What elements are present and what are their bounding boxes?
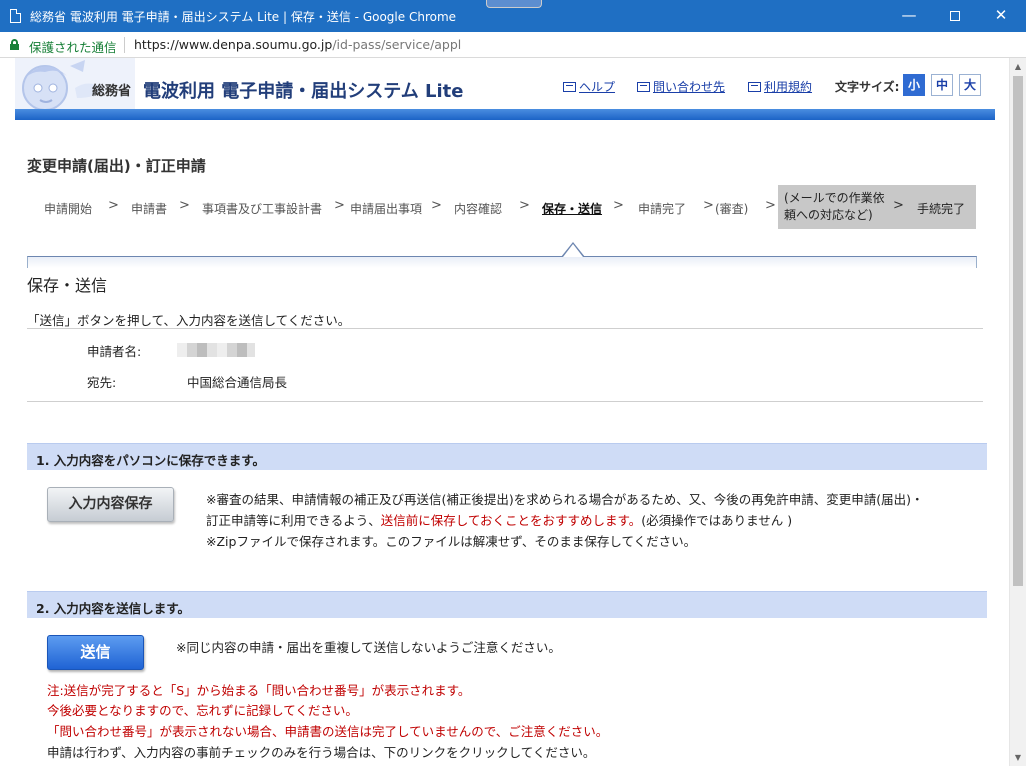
header-band (15, 109, 995, 120)
system-title[interactable]: 電波利用 電子申請・届出システム Lite (143, 77, 463, 103)
step-indicator-bar (27, 256, 977, 268)
destination-label: 宛先: (87, 375, 117, 390)
maximize-button[interactable] (932, 0, 978, 32)
chevron-right-icon: > (765, 198, 776, 213)
url-path: /id-pass/service/appl (332, 37, 462, 52)
save-note-line1: ※審査の結果、申請情報の補正及び再送信(補正後提出)を求められる場合があるため、… (206, 492, 924, 507)
scroll-down-icon[interactable]: ▼ (1010, 749, 1026, 766)
secure-label[interactable]: 保護された通信 (29, 37, 117, 56)
window-icon (637, 82, 650, 92)
lock-icon (10, 39, 19, 50)
send-note: ※同じ内容の申請・届出を重複して送信しないようご注意ください。 (176, 640, 561, 655)
precheck-note: 申請は行わず、入力内容の事前チェックのみを行う場合は、下のリンクをクリックしてく… (47, 745, 596, 760)
window-icon (748, 82, 761, 92)
chevron-right-icon: > (179, 198, 190, 213)
send-warning-line3: 「問い合わせ番号」が表示されない場合、申請書の送信は完了していませんので、ご注意… (47, 724, 609, 739)
send-warning-line1: 注:送信が完了すると「S」から始まる「問い合わせ番号」が表示されます。 (47, 683, 471, 698)
url-text[interactable]: https://www.denpa.soumu.go.jp/id-pass/se… (134, 37, 461, 52)
chevron-right-icon: > (334, 198, 345, 213)
window-titlebar: 総務省 電波利用 電子申請・届出システム Lite | 保存・送信 - Goog… (0, 0, 1026, 32)
divider (27, 328, 983, 329)
step-item-current: 保存・送信 (542, 202, 603, 216)
step-item: 申請開始 (44, 202, 93, 216)
chevron-right-icon: > (893, 198, 904, 213)
step-item-pending: (メールでの作業依頼への対応など) > 手続完了 (778, 185, 976, 229)
site-header: 総務省 電波利用 電子申請・届出システム Lite ヘルプ 問い合わせ先 利用規… (15, 58, 995, 110)
window-title: 総務省 電波利用 電子申請・届出システム Lite | 保存・送信 - Goog… (30, 10, 457, 24)
page-title: 変更申請(届出)・訂正申請 (27, 157, 206, 175)
font-size-small-button[interactable]: 小 (903, 74, 925, 96)
step-item: 申請書 (131, 202, 168, 216)
step-item: (審査) (715, 202, 749, 216)
step-progress: 申請開始 > 申請書 > 事項書及び工事設計書 > 申請届出事項 > 内容確認 … (27, 185, 977, 229)
help-link[interactable]: ヘルプ (563, 78, 615, 95)
chevron-right-icon: > (613, 198, 624, 213)
maximize-icon (950, 10, 960, 21)
font-size-medium-button[interactable]: 中 (931, 74, 953, 96)
destination-value: 中国総合通信局長 (187, 375, 288, 390)
address-bar[interactable]: 保護された通信 https://www.denpa.soumu.go.jp/id… (0, 32, 1026, 58)
step-item: 事項書及び工事設計書 (202, 202, 323, 216)
font-size-large-button[interactable]: 大 (959, 74, 981, 96)
step-item-label: 手続完了 (917, 202, 966, 216)
instruction-text: 「送信」ボタンを押して、入力内容を送信してください。 (27, 313, 351, 328)
section-title: 保存・送信 (27, 276, 108, 295)
window-drag-handle[interactable] (486, 0, 542, 8)
chevron-right-icon: > (703, 198, 714, 213)
step-item-label: (メールでの作業依頼への対応など) (784, 191, 885, 222)
vertical-scrollbar[interactable]: ▲ ▼ (1009, 58, 1026, 766)
save-section-header: 1. 入力内容をパソコンに保存できます。 (27, 443, 987, 470)
send-section-title: 2. 入力内容を送信します。 (36, 601, 191, 616)
minimize-button[interactable]: — (886, 0, 932, 32)
save-recommendation: 送信前に保存しておくことをおすすめします。 (380, 513, 642, 528)
send-section-header: 2. 入力内容を送信します。 (27, 591, 987, 618)
applicant-name-redacted (177, 343, 255, 357)
address-separator (124, 37, 125, 53)
save-section-title: 1. 入力内容をパソコンに保存できます。 (36, 453, 266, 468)
page-icon (10, 9, 21, 23)
chevron-right-icon: > (519, 198, 530, 213)
close-button[interactable]: ✕ (978, 0, 1024, 32)
window-icon (563, 82, 576, 92)
step-item: 申請完了 (638, 202, 687, 216)
ministry-name: 総務省 (92, 84, 132, 99)
applicant-label: 申請者名: (87, 344, 142, 359)
step-item: 申請届出事項 (350, 202, 423, 216)
send-button[interactable]: 送信 (47, 635, 144, 670)
terms-link[interactable]: 利用規約 (748, 78, 812, 95)
save-note-line3: ※Zipファイルで保存されます。このファイルは解凍せず、そのまま保存してください… (206, 534, 697, 549)
save-input-button[interactable]: 入力内容保存 (47, 487, 174, 522)
chevron-right-icon: > (108, 198, 119, 213)
page-viewport: 総務省 電波利用 電子申請・届出システム Lite ヘルプ 問い合わせ先 利用規… (0, 58, 1026, 766)
send-warning-line2: 今後必要となりますので、忘れずに記録してください。 (47, 703, 358, 718)
url-host: https://www.denpa.soumu.go.jp (134, 37, 333, 52)
scroll-up-icon[interactable]: ▲ (1010, 58, 1026, 75)
chevron-right-icon: > (431, 198, 442, 213)
step-item: 内容確認 (454, 202, 503, 216)
divider (27, 401, 983, 402)
font-size-label: 文字サイズ: (835, 80, 900, 94)
contact-link[interactable]: 問い合わせ先 (637, 78, 725, 95)
scrollbar-thumb[interactable] (1013, 76, 1023, 586)
save-note-line2: 訂正申請等に利用できるよう、送信前に保存しておくことをおすすめします。(必須操作… (206, 513, 793, 528)
